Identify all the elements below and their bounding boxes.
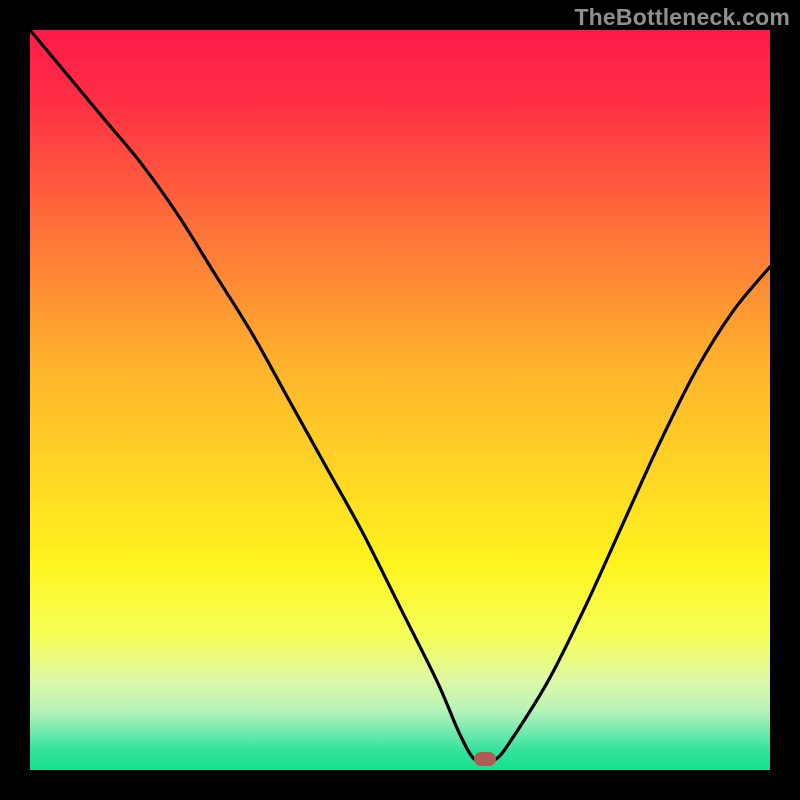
bottleneck-curve — [30, 30, 770, 770]
bottleneck-curve-path — [30, 30, 770, 761]
chart-frame: TheBottleneck.com — [0, 0, 800, 800]
plot-area — [30, 30, 770, 770]
optimal-point-marker — [474, 752, 496, 766]
watermark-label: TheBottleneck.com — [574, 4, 790, 31]
